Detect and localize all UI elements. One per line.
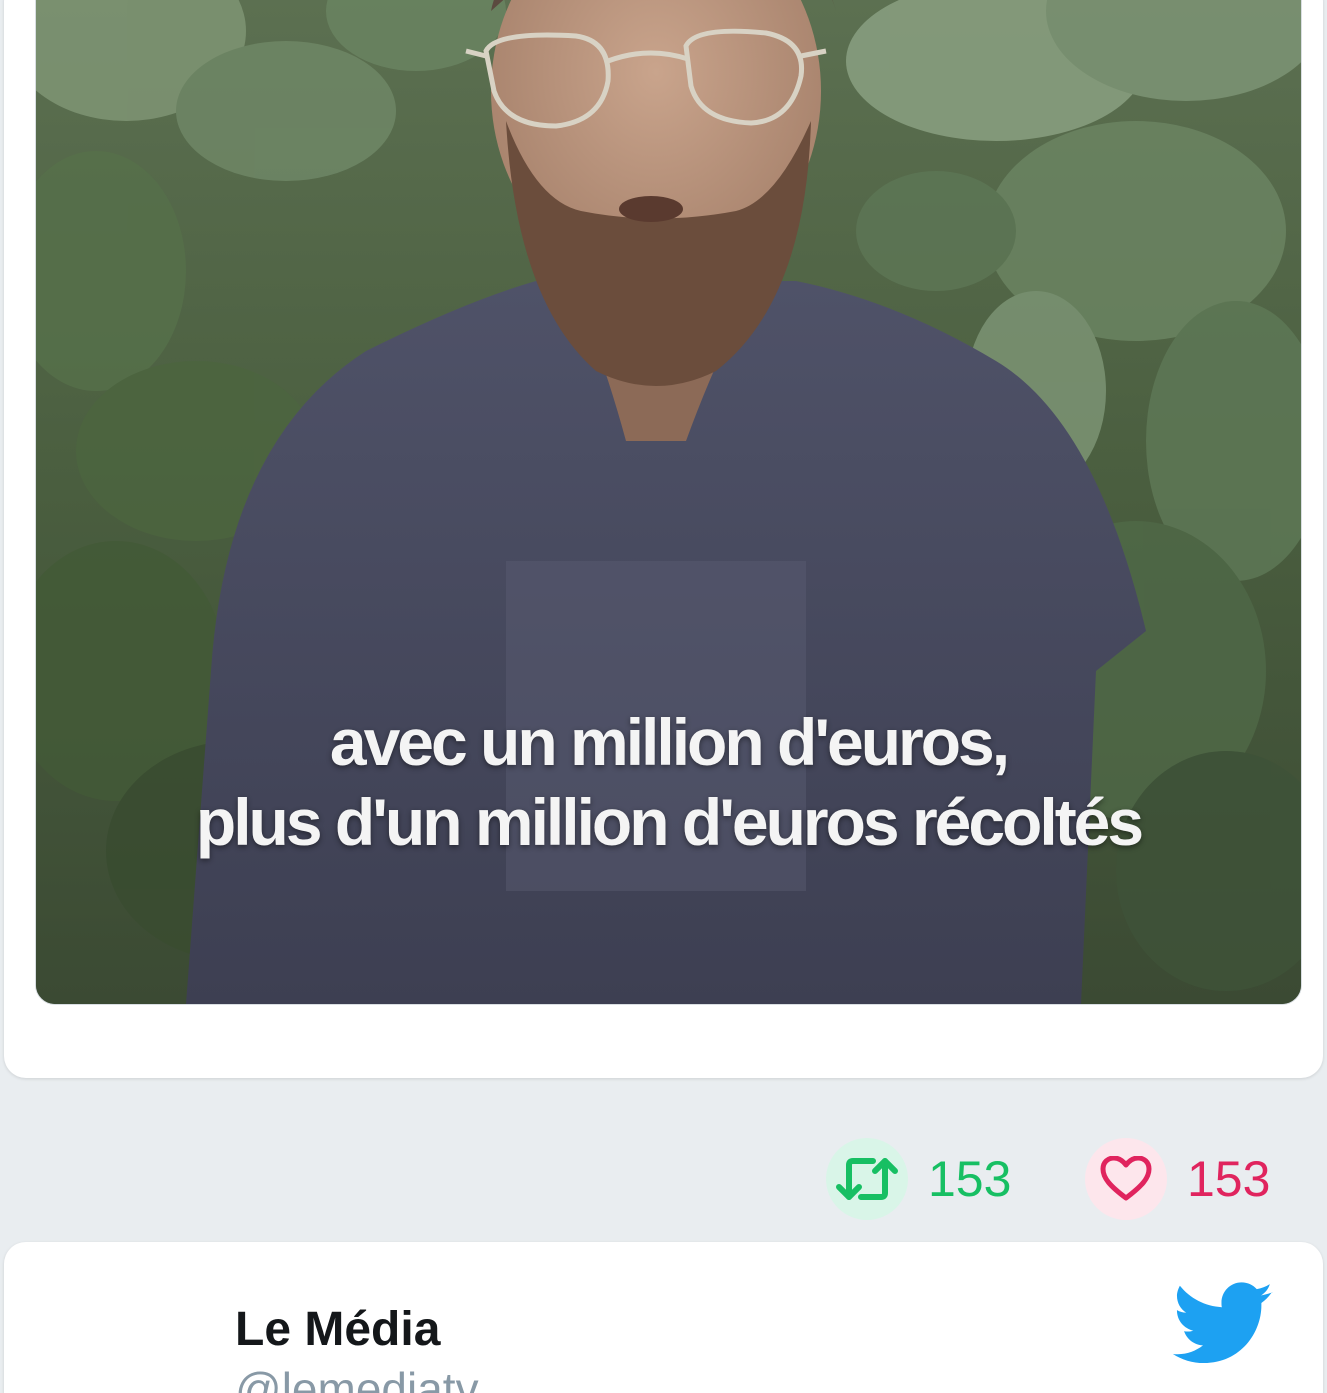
- tweet-actions: 153 153: [0, 1138, 1327, 1220]
- next-tweet-card[interactable]: Le Média @lemediatv: [4, 1242, 1323, 1393]
- tweet-video[interactable]: avec un million d'euros, plus d'un milli…: [35, 0, 1302, 1005]
- retweet-icon-circle: [826, 1138, 908, 1220]
- retweet-button[interactable]: 153: [826, 1138, 1011, 1220]
- retweet-count: 153: [928, 1151, 1012, 1207]
- like-count: 153: [1187, 1151, 1271, 1207]
- heart-icon: [1100, 1156, 1152, 1201]
- retweet-icon: [836, 1158, 898, 1200]
- author-handle[interactable]: @lemediatv: [235, 1362, 479, 1393]
- video-subtitle-line-1: avec un million d'euros,: [329, 705, 1010, 779]
- like-icon-circle: [1085, 1138, 1167, 1220]
- tweet-card: avec un million d'euros, plus d'un milli…: [4, 0, 1323, 1078]
- tweet-embed-page: avec un million d'euros, plus d'un milli…: [0, 0, 1327, 1393]
- like-button[interactable]: 153: [1085, 1138, 1270, 1220]
- twitter-bird-icon[interactable]: [1172, 1282, 1276, 1366]
- video-subtitle-line-2: plus d'un million d'euros récoltés: [195, 785, 1144, 859]
- author-name[interactable]: Le Média: [235, 1302, 440, 1357]
